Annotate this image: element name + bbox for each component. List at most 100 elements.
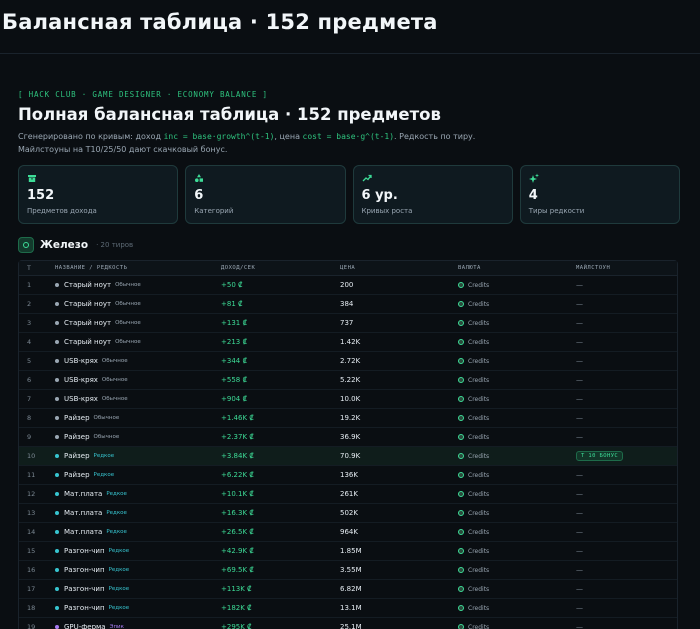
milestone-empty: — [576,338,583,346]
table-row[interactable]: 14 Мат.плата Редкое +26.5K ₡ 964K Credits — [19,523,677,542]
column-header-tier[interactable]: T [19,264,55,272]
tier-cell: 5 [27,357,32,365]
income-cell: +558 ₡ [221,376,247,384]
milestone-cell: — [576,300,677,308]
item-name: Райзер [64,414,90,422]
rarity-label: Редкое [106,529,127,535]
column-header-currency[interactable]: ВАЛЮТА [458,265,576,271]
tier-cell: 9 [27,433,32,441]
tier-cell: 17 [27,585,36,593]
credits-coin-icon [458,624,464,629]
table-row[interactable]: 9 Райзер Обычное +2.37K ₡ 36.9K Credits — [19,428,677,447]
currency-cell: Credits [458,586,576,593]
stat-value: 6 ур. [361,188,398,203]
column-header-income[interactable]: ДОХОД/СЕК [221,265,340,271]
rarity-label: Обычное [115,301,141,307]
milestone-empty: — [576,566,583,574]
table-row[interactable]: 19 GPU-ферма Эпик +295K ₡ 25.1M Credits — [19,618,677,629]
income-cell: +904 ₡ [221,395,247,403]
rarity-label: Обычное [93,415,120,421]
column-header-cost[interactable]: ЦЕНА [340,265,458,271]
tier-cell: 7 [27,395,32,403]
tier-cell: 15 [27,547,36,555]
credits-coin-icon [458,434,464,440]
column-header-name[interactable]: НАЗВАНИЕ / РЕДКОСТЬ [55,265,221,271]
income-cell: +213 ₡ [221,338,247,346]
item-name: Мат.плата [64,528,103,536]
table-row[interactable]: 13 Мат.плата Редкое +16.3K ₡ 502K Credits — [19,504,677,523]
name-cell: Мат.плата Редкое [55,528,221,536]
rarity-label: Обычное [115,339,141,345]
table-row[interactable]: 18 Разгон-чип Редкое +182K ₡ 13.1M Credits — [19,599,677,618]
rarity-dot [55,416,59,420]
table-row[interactable]: 11 Райзер Редкое +6.22K ₡ 136K Credits — [19,466,677,485]
eyebrow-label: [ HACK CLUB · GAME DESIGNER · ECONOMY BA… [18,90,268,99]
name-cell: Райзер Обычное [55,414,221,422]
cost-cell: 25.1M [340,623,362,629]
rarity-dot [55,378,59,382]
income-cell: +182K ₡ [221,604,252,612]
credits-coin-icon [458,548,464,554]
currency-label: Credits [468,395,490,403]
item-name: Райзер [64,452,90,460]
table-row[interactable]: 16 Разгон-чип Редкое +69.5K ₡ 3.55M Credits — [19,561,677,580]
income-cell: +50 ₡ [221,281,243,289]
currency-label: Credits [468,452,490,460]
stat-label: Кривых роста [361,207,413,215]
milestone-cell: — [576,319,677,327]
subtitle: Сгенерировано по кривым: доход inc = bas… [18,130,518,156]
milestone-bonus-badge: T 10 БОНУС [576,451,624,461]
table-row[interactable]: 1 Старый ноут Обычное +50 ₡ 200 Credits — [19,276,677,295]
table-row[interactable]: 2 Старый ноут Обычное +81 ₡ 384 Credits — [19,295,677,314]
name-cell: Старый ноут Обычное [55,338,221,346]
currency-label: Credits [468,528,490,536]
table-row[interactable]: 7 USB-крях Обычное +904 ₡ 10.0K Credits — [19,390,677,409]
rarity-dot [55,340,59,344]
milestone-cell: — [576,414,677,422]
rarity-dot [55,511,59,515]
income-cell: +131 ₡ [221,319,247,327]
tier-cell: 8 [27,414,32,422]
table-row[interactable]: 4 Старый ноут Обычное +213 ₡ 1.42K Credits — [19,333,677,352]
rarity-dot [55,435,59,439]
credits-coin-icon [458,586,464,592]
cost-cell: 136K [340,471,358,479]
stat-value: 4 [528,188,538,203]
credits-coin-icon [458,415,464,421]
table-row[interactable]: 15 Разгон-чип Редкое +42.9K ₡ 1.85M Credits — [19,542,677,561]
currency-cell: Credits [458,301,576,308]
tier-cell: 4 [27,338,32,346]
table-body: 1 Старый ноут Обычное +50 ₡ 200 Credits —2 Стар… [19,276,677,629]
rarity-dot [55,530,59,534]
rarity-label: Обычное [115,320,141,326]
cost-cell: 261K [340,490,358,498]
rarity-dot [55,321,59,325]
tier-cell: 13 [27,509,36,517]
section-count: · 20 тиров [96,241,134,249]
name-cell: Мат.плата Редкое [55,490,221,498]
tier-cell: 10 [27,452,36,460]
currency-cell: Credits [458,567,576,574]
credits-coin-icon [458,358,464,364]
currency-label: Credits [468,604,490,612]
table-row[interactable]: 3 Старый ноут Обычное +131 ₡ 737 Credits — [19,314,677,333]
cost-cell: 19.2K [340,414,361,422]
table-row[interactable]: 10 Райзер Редкое +3.84K ₡ 70.9K Credits T 10 Б… [19,447,677,466]
table-row[interactable]: 12 Мат.плата Редкое +10.1K ₡ 261K Credits — [19,485,677,504]
currency-cell: Credits [458,453,576,460]
currency-label: Credits [468,357,490,365]
table-row[interactable]: 5 USB-крях Обычное +344 ₡ 2.72K Credits — [19,352,677,371]
rarity-label: Редкое [106,491,127,497]
table-row[interactable]: 17 Разгон-чип Редкое +113K ₡ 6.82M Credits — [19,580,677,599]
table-row[interactable]: 6 USB-крях Обычное +558 ₡ 5.22K Credits — [19,371,677,390]
item-name: Мат.плата [64,490,103,498]
milestone-empty: — [576,604,583,612]
rarity-dot [55,625,59,629]
name-cell: Разгон-чип Редкое [55,585,221,593]
table-row[interactable]: 8 Райзер Обычное +1.46K ₡ 19.2K Credits — [19,409,677,428]
section-title: Железо [40,239,89,251]
item-name: Мат.плата [64,509,103,517]
rarity-dot [55,568,59,572]
cost-cell: 1.42K [340,338,361,346]
column-header-milestone[interactable]: МАЙЛСТОУН [576,265,677,271]
